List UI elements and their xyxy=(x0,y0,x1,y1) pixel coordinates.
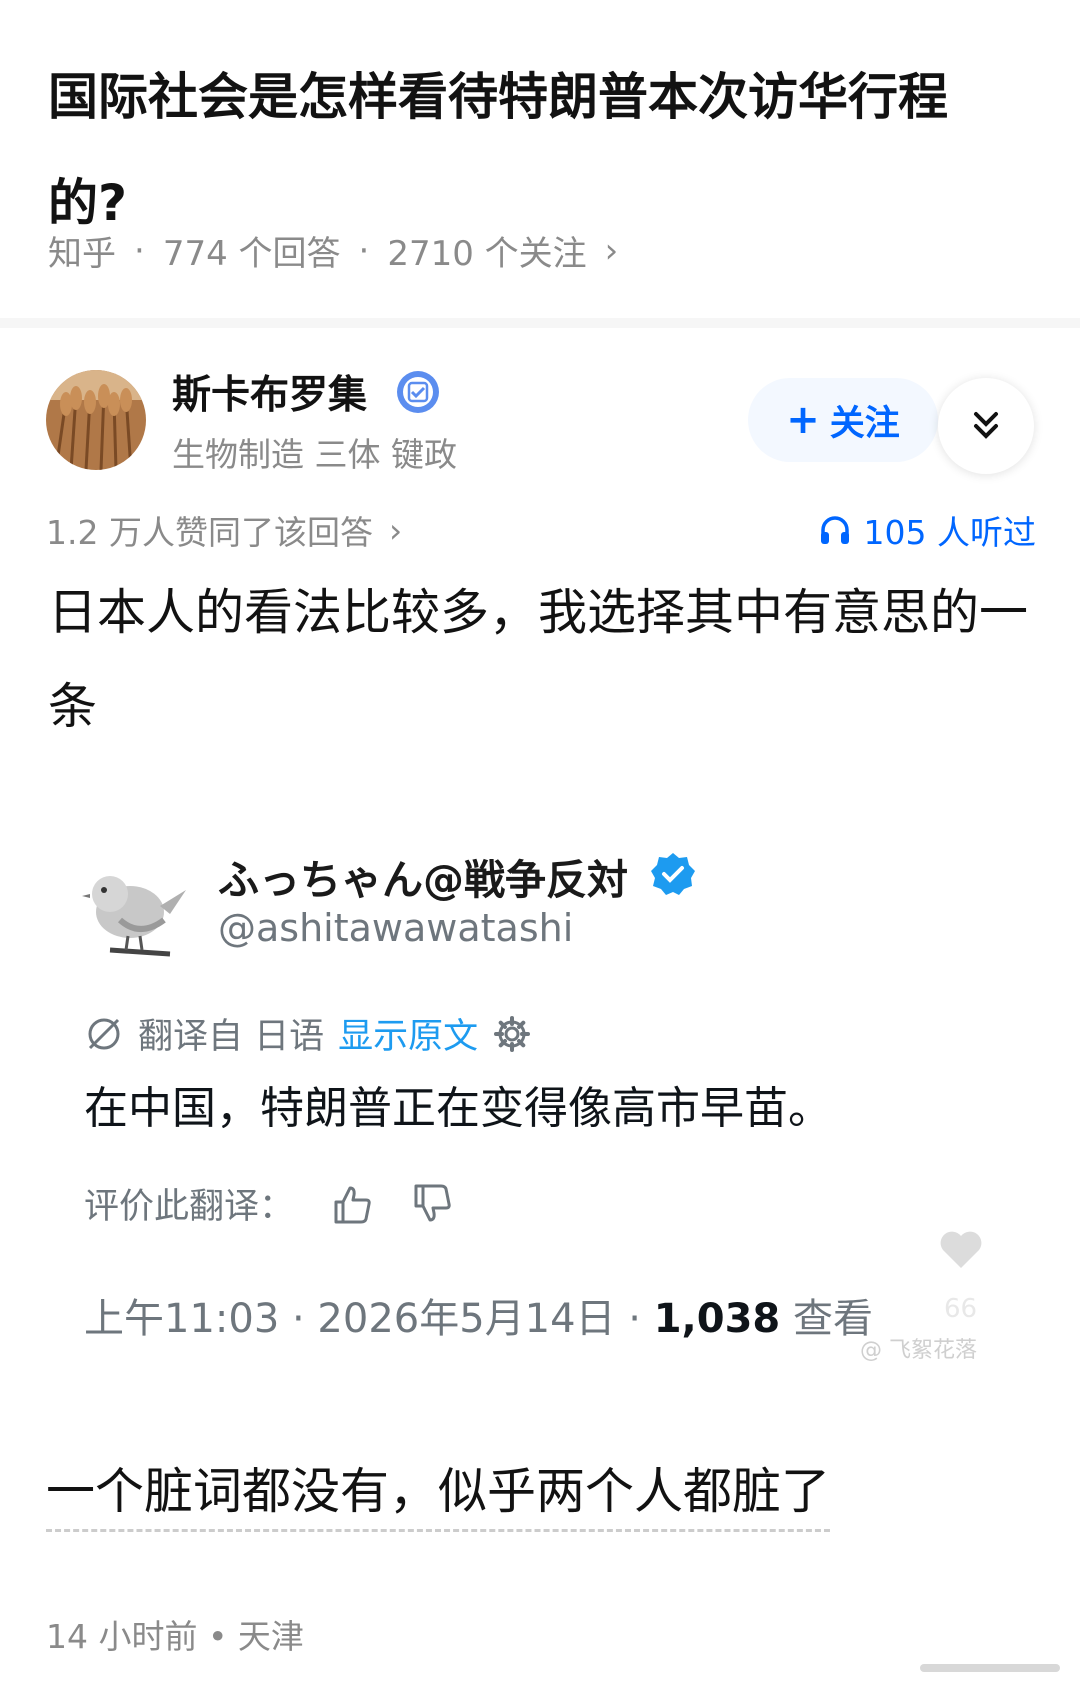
watermark: @ 飞絮花落 xyxy=(860,1338,977,1363)
tweet-display-name[interactable]: ふっちゃん@戦争反対 xyxy=(218,846,628,906)
expand-button[interactable] xyxy=(938,378,1034,474)
section-divider xyxy=(0,318,1080,328)
author-tags: 生物制造 三体 键政 xyxy=(172,435,457,474)
answer-count: 774 个回答 xyxy=(162,234,341,274)
rate-translation: 评价此翻译： xyxy=(84,1178,454,1229)
answer-remark: 一个脏词都没有，似乎两个人都脏了 xyxy=(46,1452,831,1532)
heart-icon[interactable] xyxy=(938,1228,984,1270)
translation-bar: 翻译自 日语 显示原文 xyxy=(84,1008,532,1059)
thumbs-down-icon[interactable] xyxy=(410,1182,454,1226)
time-location: 14 小时前 • 天津 xyxy=(46,1617,304,1656)
double-chevron-down-icon xyxy=(974,412,998,439)
gear-icon[interactable] xyxy=(492,1014,532,1054)
verified-badge-icon xyxy=(395,369,441,415)
author-avatar[interactable] xyxy=(46,370,146,470)
chevron-right-icon: › xyxy=(604,230,619,271)
plus-icon: + xyxy=(786,397,820,443)
listen-count[interactable]: 105 人听过 xyxy=(818,506,1036,554)
tweet-meta: 上午11:03 · 2026年5月14日 · 1,038 查看 xyxy=(84,1286,873,1344)
thumbs-up-icon[interactable] xyxy=(330,1182,374,1226)
answer-body: 日本人的看法比较多，我选择其中有意思的一条 xyxy=(48,584,1029,735)
tweet-handle[interactable]: @ashitawawatashi xyxy=(218,906,573,950)
chevron-right-icon: › xyxy=(388,510,403,550)
follow-label: 关注 xyxy=(829,403,900,444)
rate-label: 评价此翻译： xyxy=(84,1187,295,1227)
follower-count: 2710 个关注 xyxy=(387,234,587,274)
translate-icon xyxy=(88,1018,120,1049)
listen-text: 105 人听过 xyxy=(863,513,1036,552)
tweet-time-date: 上午11:03 · 2026年5月14日 · xyxy=(84,1296,654,1342)
agree-text: 1.2 万人赞同了该回答 xyxy=(46,513,373,552)
question-title[interactable]: 国际社会是怎样看待特朗普本次访华行程的? xyxy=(48,44,1008,256)
scroll-indicator xyxy=(920,1664,1060,1672)
like-count: 66 xyxy=(944,1294,978,1324)
view-count: 1,038 xyxy=(653,1296,781,1342)
translated-from-label: 翻译自 日语 xyxy=(138,1017,325,1057)
author-name[interactable]: 斯卡布罗集 xyxy=(172,364,367,420)
source-label: 知乎 xyxy=(48,234,116,274)
question-meta[interactable]: 知乎 · 774 个回答 · 2710 个关注 › xyxy=(48,226,618,275)
tweet-avatar xyxy=(80,850,192,962)
follow-button[interactable]: + 关注 xyxy=(748,378,938,462)
blue-check-icon xyxy=(650,851,696,897)
tweet-text: 在中国，特朗普正在变得像高市早苗。 xyxy=(84,1083,832,1134)
headphones-icon xyxy=(820,516,849,544)
agree-count[interactable]: 1.2 万人赞同了该回答 › xyxy=(46,506,402,554)
show-original-link[interactable]: 显示原文 xyxy=(338,1008,478,1059)
